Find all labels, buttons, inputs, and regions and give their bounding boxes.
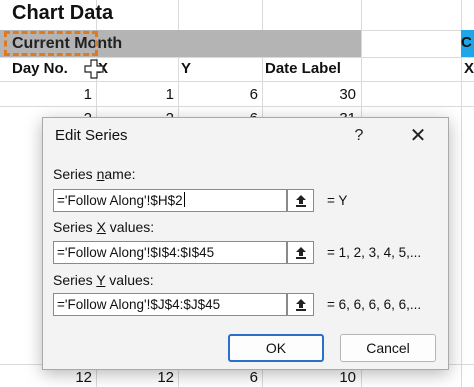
collapse-dialog-icon [296, 247, 306, 259]
series-name-input[interactable]: ='Follow Along'!$H$2 [53, 189, 287, 212]
edit-series-dialog: Edit Series ? ✕ Series name: ='Follow Al… [42, 117, 449, 370]
series-y-values-input[interactable]: ='Follow Along'!$J$4:$J$45 [53, 293, 287, 316]
series-name-preview: = Y [327, 193, 348, 208]
copy-selection-marquee [4, 31, 98, 56]
series-name-collapse-button[interactable] [287, 189, 314, 212]
cell-x[interactable]: 12 [110, 369, 174, 386]
gridline [461, 0, 462, 387]
collapse-dialog-icon [296, 299, 306, 311]
series-x-values-label: Series X values: [53, 219, 154, 235]
text-caret [183, 192, 185, 207]
label-text: Series [53, 272, 97, 288]
column-header-date-label[interactable]: Date Label [265, 60, 341, 77]
ok-button[interactable]: OK [228, 334, 324, 362]
label-text: Series [53, 219, 97, 235]
cell-day-no[interactable]: 12 [30, 369, 92, 386]
gridline [0, 57, 474, 58]
cell-y[interactable]: 6 [194, 369, 258, 386]
label-accelerator: X [96, 219, 106, 235]
cell-day-no[interactable]: 1 [30, 86, 92, 103]
close-icon[interactable]: ✕ [405, 124, 431, 148]
series-name-label: Series name: [53, 166, 136, 182]
label-text: Series [53, 166, 97, 182]
dialog-title: Edit Series [55, 127, 128, 144]
sheet-title: Chart Data [12, 2, 114, 24]
collapse-dialog-icon [296, 195, 306, 207]
cell-x[interactable]: 1 [110, 86, 174, 103]
gridline [0, 106, 474, 107]
series-x-preview: = 1, 2, 3, 4, 5,... [327, 245, 422, 260]
cancel-button[interactable]: Cancel [340, 334, 436, 362]
help-icon[interactable]: ? [347, 124, 371, 148]
series-name-value: ='Follow Along'!$H$2 [57, 193, 183, 208]
cell-select-cursor-icon [84, 59, 104, 79]
series-x-values-input[interactable]: ='Follow Along'!$I$4:$I$45 [53, 241, 287, 264]
column-header-y[interactable]: Y [181, 60, 191, 77]
series-y-preview: = 6, 6, 6, 6, 6,... [327, 297, 422, 312]
column-header-day-no[interactable]: Day No. [12, 60, 68, 77]
cell-date-label[interactable]: 30 [290, 86, 356, 103]
cell-y[interactable]: 6 [194, 86, 258, 103]
series-y-values-label: Series Y values: [53, 272, 154, 288]
label-text: values: [105, 272, 154, 288]
column-header-x-partial[interactable]: X [464, 60, 474, 77]
next-section-header-text: C [461, 34, 472, 51]
cell-date-label[interactable]: 10 [290, 369, 356, 386]
series-x-collapse-button[interactable] [287, 241, 314, 264]
gridline [0, 81, 474, 82]
label-text: values: [105, 219, 155, 235]
series-y-collapse-button[interactable] [287, 293, 314, 316]
label-text: ame: [104, 166, 136, 182]
